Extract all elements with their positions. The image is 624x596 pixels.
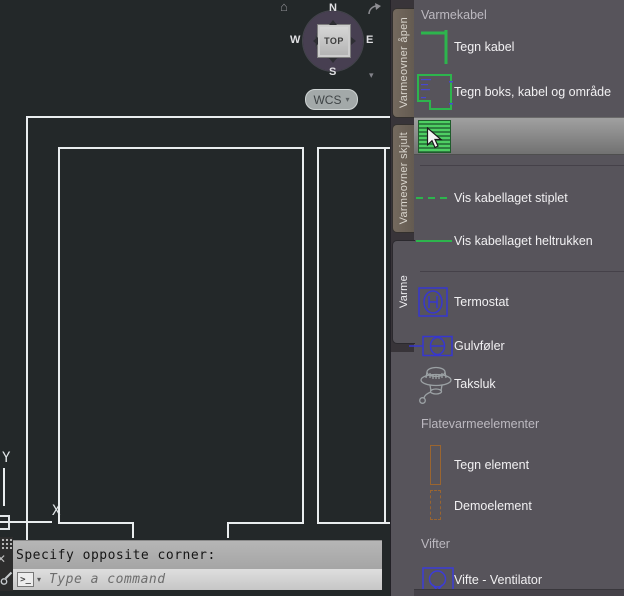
ucs-origin-box: [0, 515, 10, 530]
tool-termostat[interactable]: Termostat: [414, 284, 624, 320]
command-bar: ✕ Specify opposite corner: >_ ▾ Type a c…: [0, 537, 382, 591]
roof-drain-icon: [419, 366, 452, 404]
tab-label: Varmeovner åpen: [397, 17, 410, 109]
palette-content: Varmekabel Tegn kabel Tegn boks, kabel o…: [409, 0, 624, 596]
tab-label: Varmeovner skjult: [397, 132, 410, 225]
section-header-vifter: Vifter: [421, 537, 450, 551]
wall-line: [58, 147, 60, 524]
ucs-y-axis: [3, 468, 5, 506]
tool-gulvfoler[interactable]: Gulvføler: [409, 330, 624, 362]
ucs-x-label: X: [52, 503, 61, 519]
wall-line: [58, 147, 304, 149]
tool-label: Gulvføler: [454, 339, 505, 353]
wcs-label: WCS: [313, 92, 342, 107]
command-prompt-button[interactable]: >_: [17, 572, 34, 587]
tool-label: Termostat: [454, 295, 509, 309]
wall-line: [317, 147, 390, 149]
compass-south-label: S: [329, 66, 337, 78]
divider: [420, 165, 624, 166]
wcs-dropdown[interactable]: WCS ▾: [305, 89, 358, 110]
tab-label: Varme: [398, 275, 410, 309]
thermostat-icon: [418, 287, 448, 317]
tool-palette-panel: Varmeovner åpen Varmeovner skjult Varme …: [390, 0, 624, 596]
tool-label: Vis kabellaget heltrukken: [454, 234, 593, 248]
tab-varme[interactable]: Varme: [392, 240, 415, 344]
element-rect-icon: [430, 445, 441, 485]
ucs-y-label: Y: [2, 450, 11, 466]
mouse-cursor: [426, 127, 443, 149]
wall-line: [302, 147, 304, 524]
wall-line: [227, 522, 304, 524]
divider: [420, 271, 624, 272]
section-header-varmekabel: Varmekabel: [421, 8, 487, 22]
viewcube-arrow-left-icon[interactable]: [309, 37, 318, 45]
wall-line: [132, 522, 134, 538]
close-icon[interactable]: ✕: [0, 552, 6, 566]
chevron-down-icon: ▾: [345, 95, 350, 104]
tool-vis-heltrukken[interactable]: Vis kabellaget heltrukken: [414, 223, 624, 259]
command-input-row[interactable]: >_ ▾ Type a command: [13, 569, 382, 590]
drag-handle-icon: [1, 538, 12, 549]
tool-label: Vis kabellaget stiplet: [454, 191, 568, 205]
tool-label: Demoelement: [454, 499, 532, 513]
tool-label: Tegn element: [454, 458, 530, 472]
command-dropdown-icon[interactable]: ▾: [37, 575, 41, 584]
cable-box-icon: [417, 74, 453, 110]
viewcube-arrow-right-icon[interactable]: [351, 37, 360, 45]
tool-tegn-element[interactable]: Tegn element: [414, 443, 624, 487]
home-icon[interactable]: ⌂: [280, 0, 288, 14]
command-input-placeholder: Type a command: [49, 572, 166, 587]
navbar-collapse-icon[interactable]: ▾: [369, 70, 374, 81]
wall-line: [26, 116, 390, 118]
tool-demoelement[interactable]: Demoelement: [414, 488, 624, 524]
compass-north-label: N: [329, 2, 337, 14]
wall-line: [58, 522, 134, 524]
compass-west-label: W: [290, 34, 301, 46]
compass-east-label: E: [366, 34, 374, 46]
tool-label: Tegn kabel: [454, 40, 515, 54]
wall-line: [227, 522, 229, 538]
cable-corner-icon: [421, 30, 448, 64]
tool-tegn-kabel[interactable]: Tegn kabel: [414, 28, 624, 66]
tool-tegn-boks[interactable]: Tegn boks, kabel og område: [414, 70, 624, 114]
tool-taksluk[interactable]: Taksluk: [414, 362, 624, 406]
command-history-text: Specify opposite corner:: [16, 547, 216, 563]
tool-label: Tegn boks, kabel og område: [454, 85, 612, 99]
viewcube-top-face[interactable]: TOP: [317, 24, 351, 58]
app-window: Y X ⌂ N S W E TOP ▾ WCS ▾ ✕ Specify oppo…: [0, 0, 624, 596]
wall-line: [26, 116, 28, 540]
tool-label: Taksluk: [454, 377, 496, 391]
command-bar-grip[interactable]: ✕: [0, 537, 13, 591]
demo-element-icon: [430, 490, 441, 520]
orbit-arrow-icon[interactable]: [366, 2, 382, 18]
section-header-flatevarme: Flatevarmeelementer: [421, 417, 540, 431]
tool-hatch-area-hovered[interactable]: [414, 117, 624, 155]
wall-line: [317, 522, 390, 524]
tab-varmeovner-skjult[interactable]: Varmeovner skjult: [392, 124, 414, 233]
tool-label: Vifte - Ventilator: [454, 572, 543, 587]
viewcube-arrow-up-icon[interactable]: [329, 16, 337, 25]
drawing-canvas[interactable]: Y X ⌂ N S W E TOP ▾ WCS ▾ ✕ Specify oppo…: [0, 0, 390, 596]
tool-vis-stiplet[interactable]: Vis kabellaget stiplet: [414, 180, 624, 216]
wrench-icon[interactable]: [0, 570, 13, 587]
solid-line-icon: [416, 240, 452, 242]
command-history-line: Specify opposite corner:: [13, 540, 382, 569]
tab-varmeovner-apen[interactable]: Varmeovner åpen: [392, 8, 414, 118]
dashed-line-icon: [416, 197, 452, 199]
wall-line: [384, 147, 386, 524]
panel-bottom-edge: [414, 589, 624, 596]
wall-line: [317, 147, 319, 524]
